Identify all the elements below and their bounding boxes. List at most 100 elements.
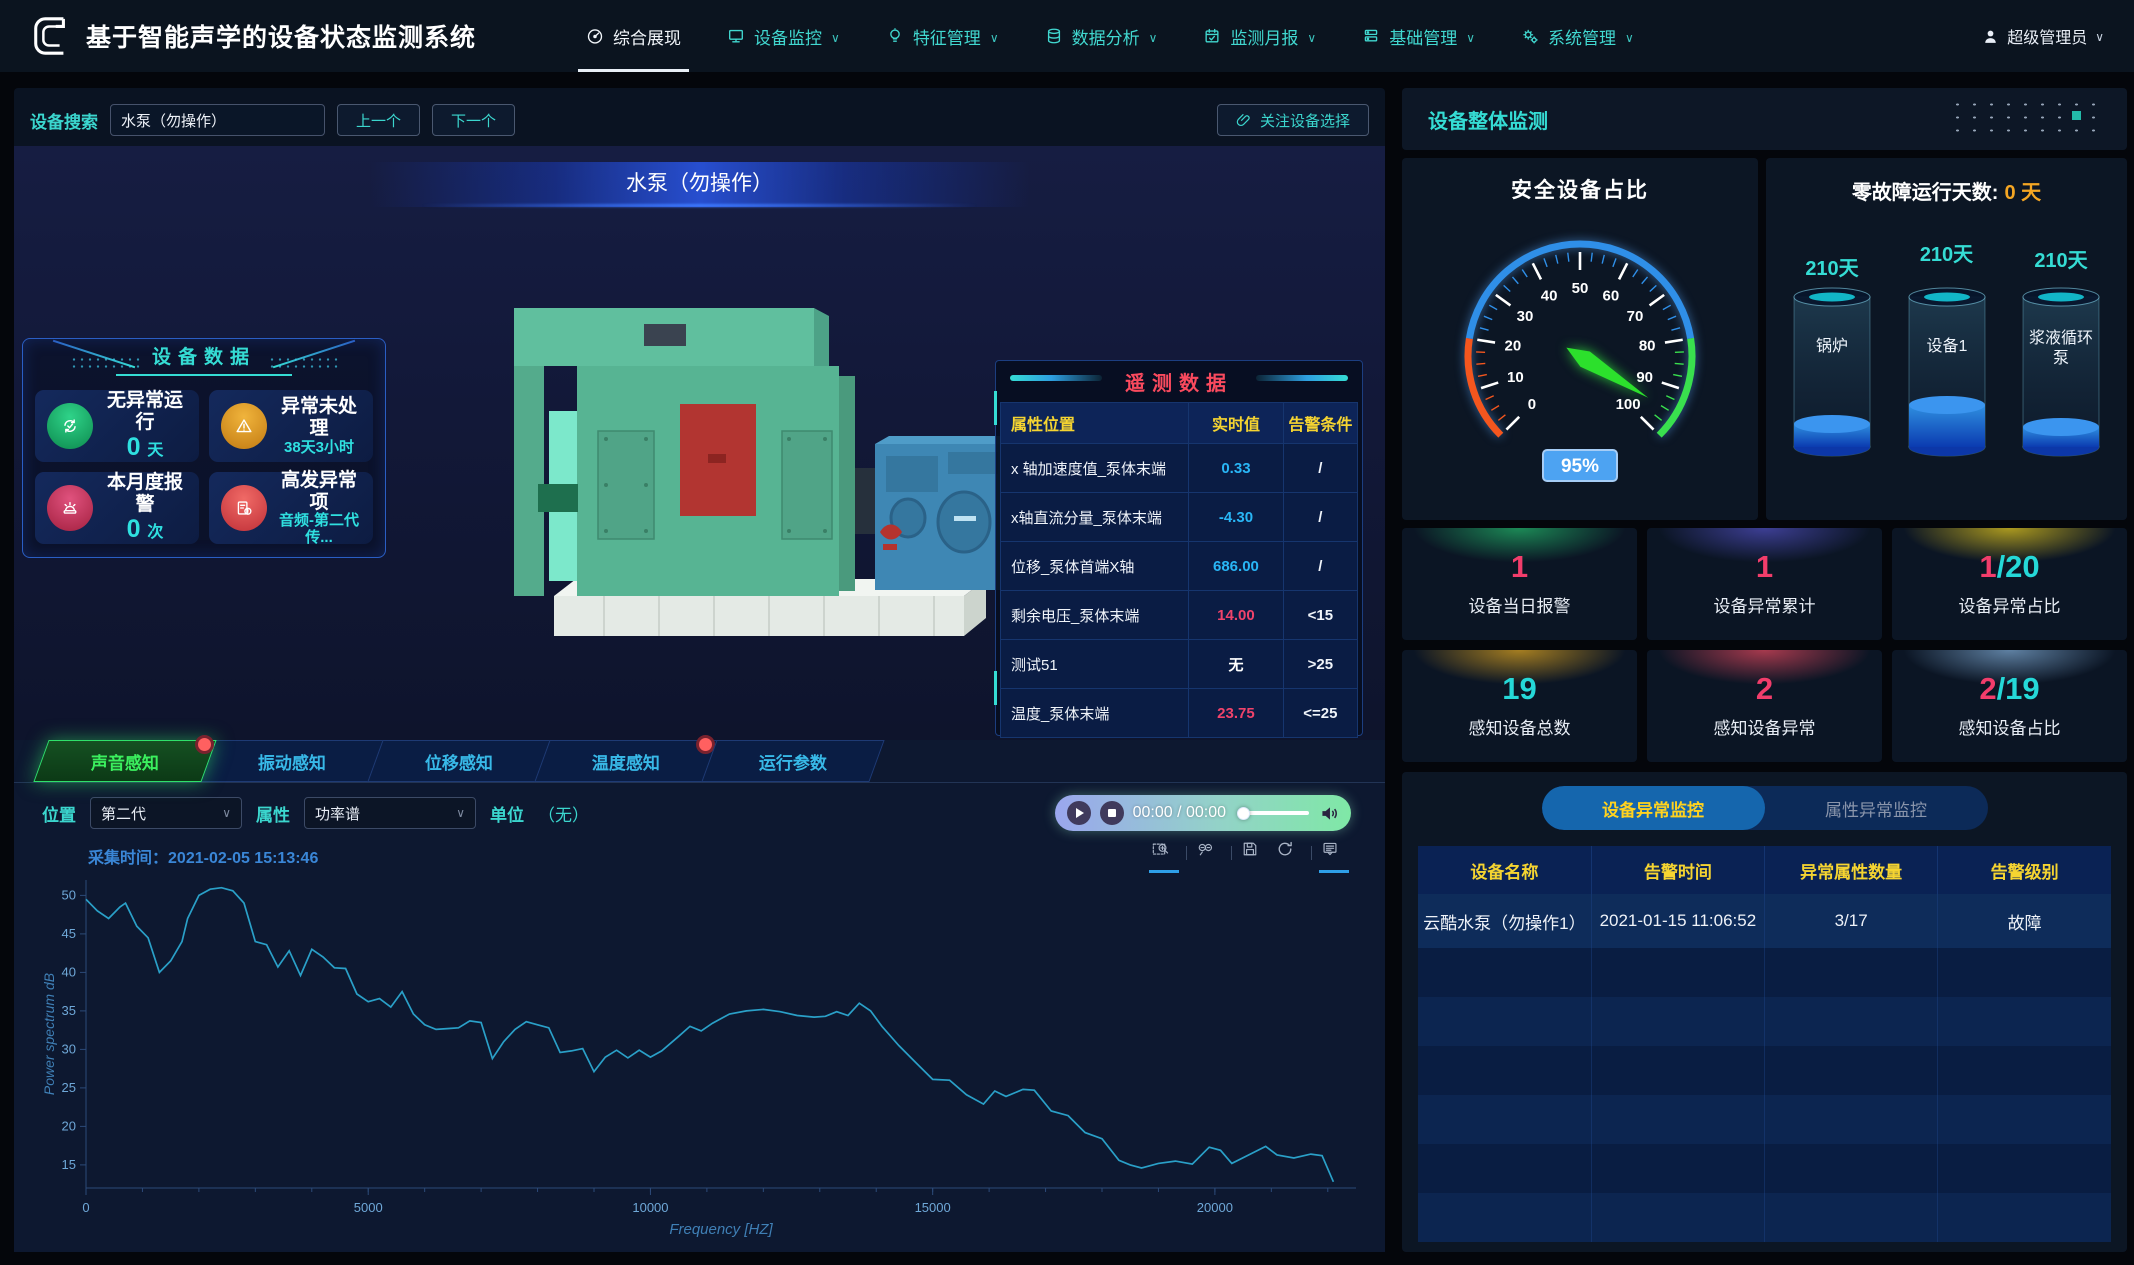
dashboard-root: 基于智能声学的设备状态监测系统 综合展现 设备监控 ∨ 特征管理 ∨ 数据分析 … <box>0 0 2134 1265</box>
main-nav: 综合展现 设备监控 ∨ 特征管理 ∨ 数据分析 ∨ 监测月报 ∨ 基础管理 ∨ … <box>586 0 1634 72</box>
svg-text:60: 60 <box>1603 287 1620 304</box>
realtime-value: 14.00 <box>1189 591 1284 640</box>
right-panel-header: 设备整体监测 <box>1402 88 2127 150</box>
nav-item-feature-mgmt[interactable]: 特征管理 ∨ <box>886 0 999 72</box>
nav-item-basic-mgmt[interactable]: 基础管理 ∨ <box>1362 0 1475 72</box>
device-search-label: 设备搜索 <box>30 108 98 133</box>
alarm-monitor-card: 设备异常监控属性异常监控 设备名称告警时间异常属性数量告警级别云酷水泵（勿操作1… <box>1402 772 2127 1252</box>
doc-alert-icon <box>221 485 267 531</box>
device-stat-value: 0 天 <box>103 434 187 462</box>
position-select[interactable]: 第二代∨ <box>90 797 242 829</box>
bulb-icon <box>886 27 904 45</box>
refresh-icon[interactable] <box>1276 840 1302 866</box>
prev-device-button[interactable]: 上一个 <box>337 104 420 136</box>
realtime-value: 0.33 <box>1189 444 1284 493</box>
attribute-select[interactable]: 功率谱∨ <box>304 797 476 829</box>
nav-item-system-mgmt[interactable]: 系统管理 ∨ <box>1521 0 1634 72</box>
svg-text:Power spectrum dB: Power spectrum dB <box>41 973 57 1095</box>
dashboard-icon <box>586 27 604 45</box>
svg-text:10: 10 <box>1507 369 1524 386</box>
telemetry-row: x轴直流分量_泵体末端 -4.30 / <box>1001 493 1358 542</box>
nav-item-data-analysis[interactable]: 数据分析 ∨ <box>1045 0 1158 72</box>
user-menu[interactable]: 超级管理员 ∨ <box>1982 24 2104 48</box>
kpi-label: 设备异常占比 <box>1959 592 2061 617</box>
nav-item-overview[interactable]: 综合展现 <box>586 0 681 72</box>
monitor-tab[interactable]: 属性异常监控 <box>1765 786 1988 830</box>
kpi-card: 1 设备当日报警 <box>1402 528 1637 640</box>
kpi-card: 1/20 设备异常占比 <box>1892 528 2127 640</box>
device-stat-value: 0 次 <box>103 516 187 544</box>
svg-text:30: 30 <box>1517 308 1534 325</box>
volume-icon[interactable] <box>1320 805 1339 822</box>
svg-text:50: 50 <box>1572 280 1589 297</box>
player-progress-slider[interactable] <box>1237 811 1309 815</box>
property-name: 位移_泵体首端X轴 <box>1001 542 1189 591</box>
telemetry-row: 温度_泵体末端 23.75 <=25 <box>1001 689 1358 738</box>
tab-sound-sense[interactable]: 声音感知 <box>33 740 216 782</box>
paperclip-icon <box>1236 112 1252 128</box>
svg-text:10000: 10000 <box>632 1200 668 1215</box>
monitor-tab[interactable]: 设备异常监控 <box>1542 786 1765 830</box>
svg-text:设备1: 设备1 <box>1926 337 1967 355</box>
chevron-down-icon: ∨ <box>1149 31 1158 45</box>
focus-device-button[interactable]: 关注设备选择 <box>1217 104 1369 136</box>
tab-vibration-sense[interactable]: 振动感知 <box>200 740 383 782</box>
stop-button[interactable] <box>1100 801 1124 825</box>
save-image-icon[interactable] <box>1241 840 1267 866</box>
kpi-value: 2/19 <box>1979 673 2039 704</box>
property-name: 温度_泵体末端 <box>1001 689 1189 738</box>
alarm-table-empty-row <box>1418 1193 2111 1242</box>
telemetry-header: 属性位置 <box>1001 403 1189 444</box>
data-view-icon[interactable] <box>1321 840 1347 866</box>
chevron-down-icon: ∨ <box>1466 31 1475 45</box>
app-title: 基于智能声学的设备状态监测系统 <box>86 18 476 54</box>
pump-3d-model <box>494 296 1024 636</box>
svg-text:90: 90 <box>1636 369 1653 386</box>
device-search-bar: 设备搜索 上一个 下一个 关注设备选择 <box>14 98 1385 142</box>
zoom-reset-icon[interactable] <box>1196 840 1222 866</box>
user-label: 超级管理员 <box>2007 24 2087 48</box>
kpi-value: 1/20 <box>1979 551 2039 582</box>
tank-days-value: 210天 <box>2034 205 2087 283</box>
next-device-button[interactable]: 下一个 <box>432 104 515 136</box>
tab-temperature-sense[interactable]: 温度感知 <box>534 740 717 782</box>
zero-fault-title: 零故障运行天数:0 天 <box>1766 176 2127 205</box>
telemetry-header: 告警条件 <box>1283 403 1357 444</box>
play-button[interactable] <box>1067 801 1091 825</box>
viewport-device-title: 水泵（勿操作） <box>370 162 1030 207</box>
kpi-value: 19 <box>1502 673 1536 704</box>
3d-viewport[interactable]: 水泵（勿操作） <box>14 146 1385 740</box>
tab-run-params[interactable]: 运行参数 <box>701 740 884 782</box>
capture-time: 采集时间：2021-02-05 15:13:46 <box>88 844 318 868</box>
safe-ratio-gauge: 010203040506070809010095% <box>1415 204 1745 510</box>
alarm-condition: >25 <box>1283 640 1357 689</box>
database-icon <box>1045 27 1063 45</box>
nav-item-monthly-report[interactable]: 监测月报 ∨ <box>1203 0 1316 72</box>
audio-player: 00:00 / 00:00 <box>1055 795 1351 831</box>
warning-icon <box>221 403 267 449</box>
player-time: 00:00 / 00:00 <box>1133 804 1226 822</box>
tank-group: 210天 锅炉 210天 设备1 210天 <box>1766 205 2127 461</box>
zero-fault-card: 零故障运行天数:0 天 210天 锅炉 210天 设备1 210天 <box>1766 158 2127 520</box>
svg-text:20: 20 <box>1504 337 1521 354</box>
alarm-condition: <15 <box>1283 591 1357 640</box>
device-stat-card: 高发异常项 音频-第二代传... <box>209 472 373 544</box>
device-stat-card: 异常未处理 38天3小时 <box>209 390 373 462</box>
region-zoom-icon[interactable] <box>1151 840 1177 866</box>
alarm-table-row: 云酷水泵（勿操作1）2021-01-15 11:06:523/17故障 <box>1418 894 2111 948</box>
svg-text:锅炉: 锅炉 <box>1816 337 1848 355</box>
svg-text:20: 20 <box>62 1118 76 1133</box>
brand: 基于智能声学的设备状态监测系统 <box>30 13 476 59</box>
tab-displacement-sense[interactable]: 位移感知 <box>367 740 550 782</box>
gears-icon <box>1521 27 1539 45</box>
kpi-label: 感知设备占比 <box>1959 714 2061 739</box>
realtime-value: 23.75 <box>1189 689 1284 738</box>
top-navbar: 基于智能声学的设备状态监测系统 综合展现 设备监控 ∨ 特征管理 ∨ 数据分析 … <box>0 0 2134 72</box>
device-search-input[interactable] <box>110 104 325 136</box>
property-name: x轴直流分量_泵体末端 <box>1001 493 1189 542</box>
chevron-down-icon: ∨ <box>1625 31 1634 45</box>
stop-icon <box>1108 809 1116 817</box>
alarm-table-header: 告警级别 <box>1938 846 2111 894</box>
nav-item-device-monitor[interactable]: 设备监控 ∨ <box>727 0 840 72</box>
chevron-down-icon: ∨ <box>831 31 840 45</box>
